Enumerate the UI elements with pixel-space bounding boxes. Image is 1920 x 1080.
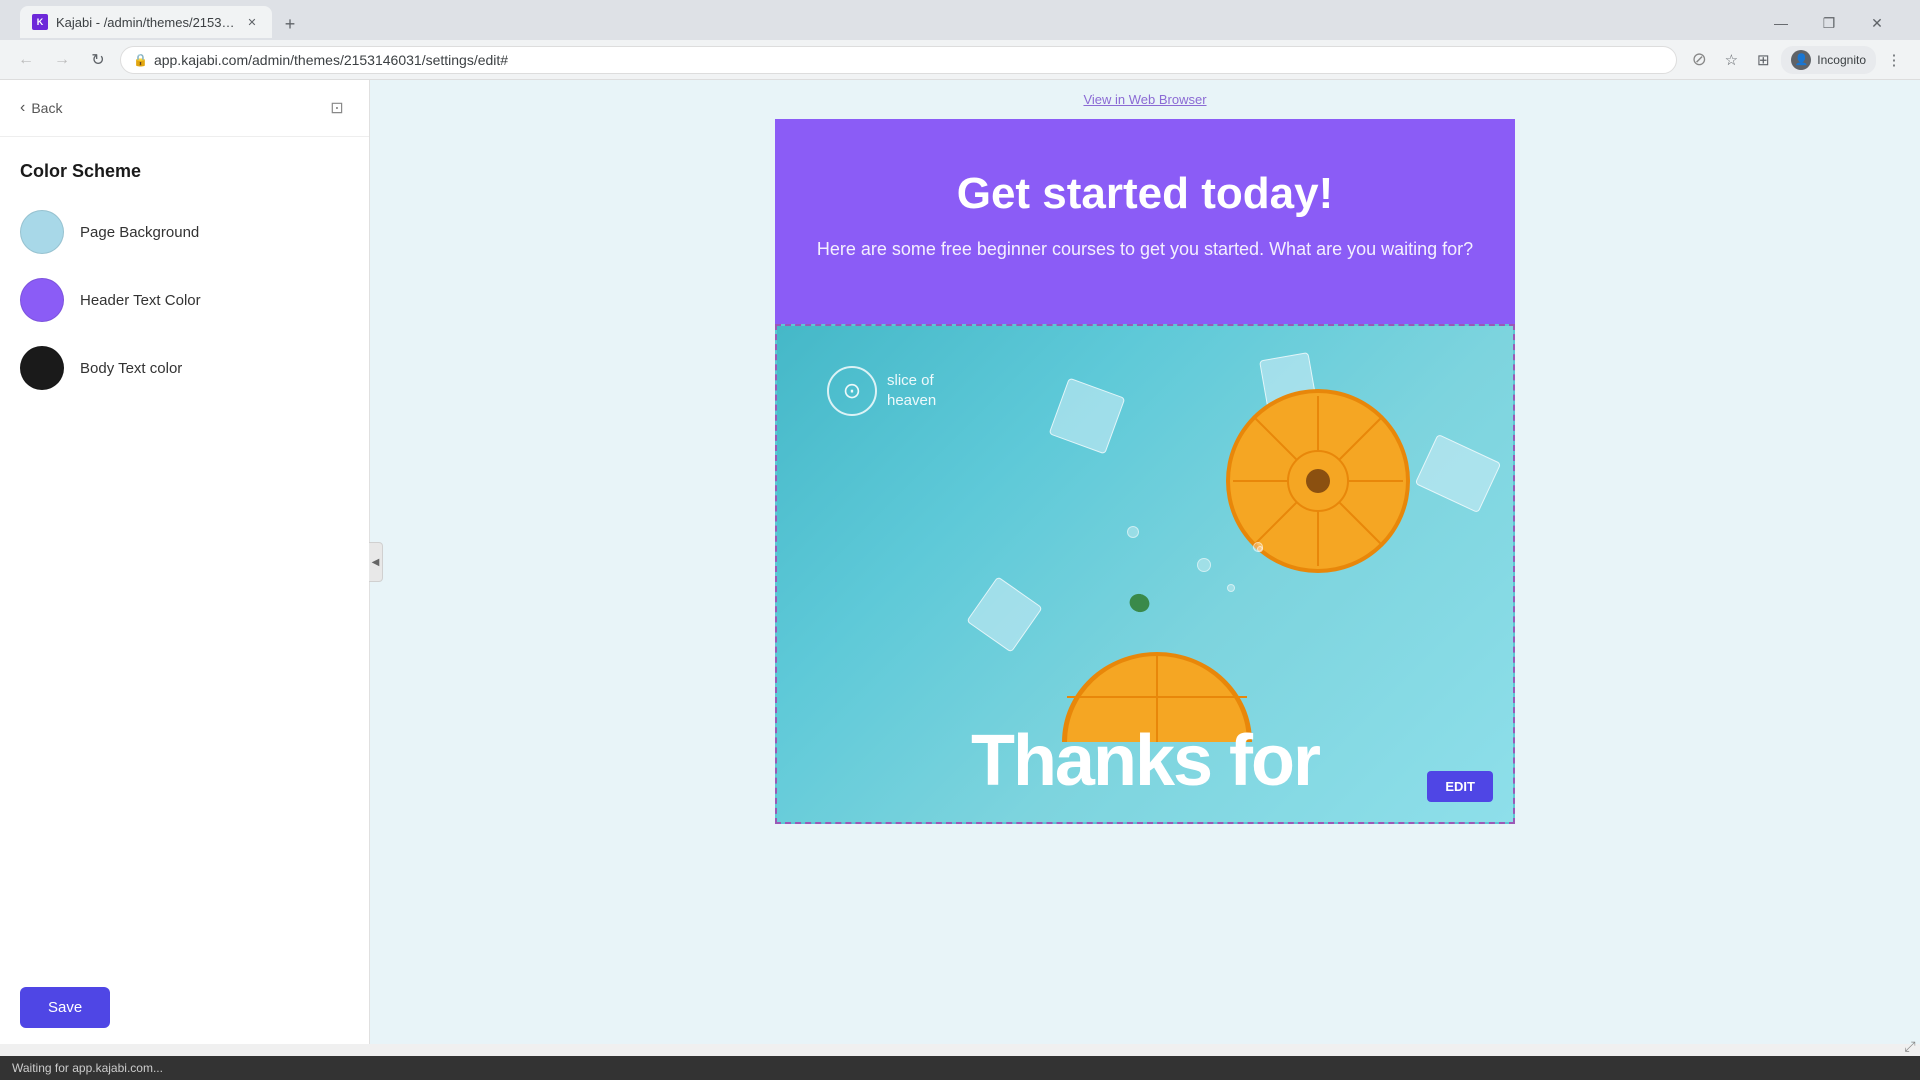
ice-cube-1 [1049, 377, 1126, 454]
browser-chrome: K Kajabi - /admin/themes/2153146… ✕ + — … [0, 0, 1920, 80]
view-in-browser-link[interactable]: View in Web Browser [1083, 92, 1206, 107]
back-label: Back [31, 100, 62, 116]
tab-title: Kajabi - /admin/themes/2153146… [56, 15, 236, 30]
preview-content: Get started today! Here are some free be… [775, 119, 1515, 824]
incognito-avatar-icon: 👤 [1791, 50, 1811, 70]
preview-area: View in Web Browser Get started today! H… [370, 80, 1920, 1044]
tab-close-button[interactable]: ✕ [244, 14, 260, 30]
incognito-button[interactable]: 👤 Incognito [1781, 46, 1876, 74]
bubble-1 [1197, 558, 1211, 572]
omnibar: ← → ↻ 🔒 app.kajabi.com/admin/themes/2153… [0, 40, 1920, 80]
sidebar-content: Color Scheme Page Background Header Text… [0, 137, 369, 971]
camera-off-icon[interactable]: ⊘ [1685, 46, 1713, 74]
main-layout: ‹ Back ⊡ Color Scheme Page Background He… [0, 80, 1920, 1044]
bubble-2 [1227, 584, 1235, 592]
minimize-button[interactable]: — [1758, 8, 1804, 38]
close-window-button[interactable]: ✕ [1854, 8, 1900, 38]
slice-of-heaven-logo: ⊙ slice ofheaven [827, 366, 936, 416]
back-arrow-icon: ‹ [20, 99, 25, 117]
body-text-color-label: Body Text color [80, 360, 182, 377]
omnibar-actions: ⊘ ☆ ⊞ 👤 Incognito ⋮ [1685, 46, 1908, 74]
back-button[interactable]: ‹ Back [20, 99, 62, 117]
ice-cube-4 [966, 576, 1043, 653]
header-text-color-swatch [20, 278, 64, 322]
header-text-color-item[interactable]: Header Text Color [20, 278, 349, 322]
sidebar-header: ‹ Back ⊡ [0, 80, 369, 137]
ice-cube-3 [1415, 434, 1502, 513]
window-controls: — ❐ ✕ [1758, 8, 1900, 38]
corner-resize-handle[interactable]: ⤢ [1900, 1036, 1920, 1056]
lock-icon: 🔒 [133, 53, 148, 67]
bookmark-icon[interactable]: ☆ [1717, 46, 1745, 74]
bubble-5 [1127, 526, 1139, 538]
preview-hero: Get started today! Here are some free be… [775, 119, 1515, 324]
page-background-item[interactable]: Page Background [20, 210, 349, 254]
new-tab-button[interactable]: + [276, 10, 304, 38]
page-background-label: Page Background [80, 224, 199, 241]
status-text: Waiting for app.kajabi.com... [12, 1061, 163, 1075]
forward-nav-button[interactable]: → [48, 46, 76, 74]
body-text-color-swatch [20, 346, 64, 390]
menu-icon[interactable]: ⋮ [1880, 46, 1908, 74]
back-nav-button[interactable]: ← [12, 46, 40, 74]
hero-title: Get started today! [815, 169, 1475, 219]
edit-button[interactable]: EDIT [1427, 771, 1493, 802]
page-background-swatch [20, 210, 64, 254]
url-text: app.kajabi.com/admin/themes/2153146031/s… [154, 52, 508, 68]
header-text-color-label: Header Text Color [80, 292, 201, 309]
title-bar: K Kajabi - /admin/themes/2153146… ✕ + — … [0, 0, 1920, 40]
refresh-button[interactable]: ↻ [84, 46, 112, 74]
logo-icon: ⊙ [827, 366, 877, 416]
incognito-label: Incognito [1817, 53, 1866, 67]
external-link-icon[interactable]: ⊡ [325, 96, 349, 120]
extensions-icon[interactable]: ⊞ [1749, 46, 1777, 74]
body-text-color-item[interactable]: Body Text color [20, 346, 349, 390]
save-button[interactable]: Save [20, 987, 110, 1028]
bubble-4 [1257, 546, 1263, 552]
active-tab[interactable]: K Kajabi - /admin/themes/2153146… ✕ [20, 6, 272, 38]
address-bar[interactable]: 🔒 app.kajabi.com/admin/themes/2153146031… [120, 46, 1677, 74]
sidebar: ‹ Back ⊡ Color Scheme Page Background He… [0, 80, 370, 1044]
logo-text: slice ofheaven [887, 371, 936, 410]
hero-subtitle: Here are some free beginner courses to g… [815, 235, 1475, 264]
tab-favicon: K [32, 14, 48, 30]
collapse-sidebar-handle[interactable]: ◀ [369, 542, 383, 582]
status-bar: Waiting for app.kajabi.com... [0, 1056, 1920, 1080]
view-in-browser-bar: View in Web Browser [370, 80, 1920, 119]
maximize-button[interactable]: ❐ [1806, 8, 1852, 38]
preview-image-section: ⊙ slice ofheaven [775, 324, 1515, 824]
thanks-text: Thanks for [777, 720, 1513, 802]
orange-main [1223, 386, 1413, 576]
citrus-background: ⊙ slice ofheaven [777, 326, 1513, 822]
mint-leaf-2 [1125, 590, 1155, 615]
section-title: Color Scheme [20, 161, 349, 182]
